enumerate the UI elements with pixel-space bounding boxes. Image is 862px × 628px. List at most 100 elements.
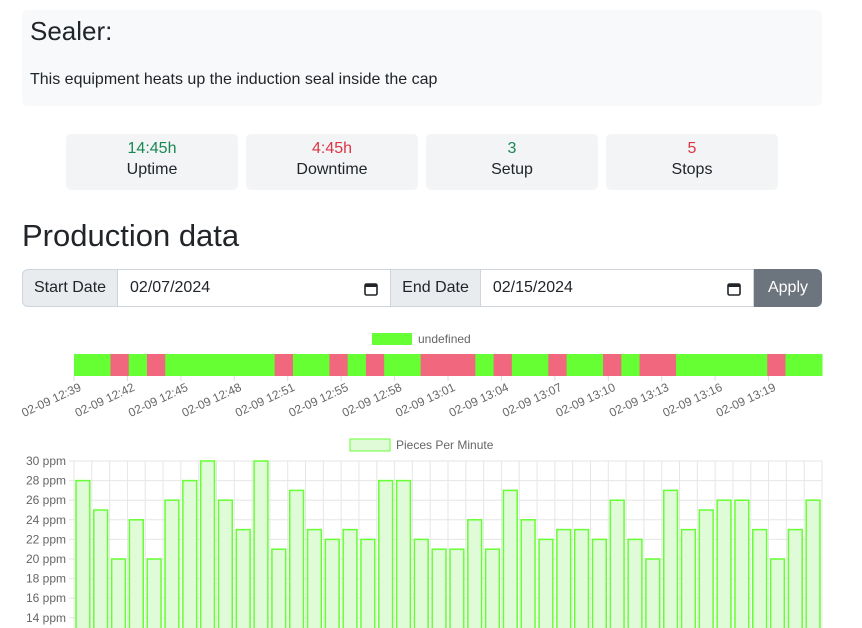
status-segment [676, 354, 695, 376]
ppm-bar [449, 548, 465, 628]
ppm-bar [698, 509, 714, 628]
status-segment [584, 354, 604, 376]
ppm-bar [787, 528, 803, 628]
setup-label: Setup [491, 161, 533, 178]
ppm-bar [752, 528, 768, 628]
status-segment [803, 354, 823, 376]
pieces-per-minute-chart: Pieces Per Minute 30 ppm 28 ppm 26 ppm 24 pp… [26, 438, 823, 628]
ppm-bar [680, 528, 697, 628]
start-date-input[interactable]: 02/07/2024 [118, 269, 392, 307]
x-tick-label: 02-09 12:58 [340, 380, 404, 420]
status-timeline-chart: undefined02-09 12:3902-09 12:4202-09 12:… [19, 332, 823, 420]
status-segment [365, 354, 385, 376]
downtime-stat: 4:45h Downtime [246, 134, 418, 190]
downtime-value: 4:45h [311, 140, 353, 157]
ppm-bar [75, 479, 91, 628]
equipment-card: Sealer: This equipment heats up the indu… [22, 10, 822, 106]
x-tick-label: 02-09 12:48 [180, 380, 244, 420]
status-segment [201, 354, 221, 376]
status-segment [219, 354, 239, 376]
status-segment [657, 354, 677, 376]
ppm-bar [627, 538, 643, 628]
x-tick-label: 02-09 13:13 [607, 380, 671, 420]
status-segment [256, 354, 276, 376]
status-segment [438, 354, 458, 376]
legend-swatch [349, 438, 391, 452]
production-heading: Production data [22, 218, 240, 253]
status-segment [402, 354, 422, 376]
ppm-bar [609, 499, 625, 628]
ppm-bar [235, 528, 251, 628]
y-tick-label: 26 ppm [26, 493, 66, 507]
status-segment [165, 354, 184, 376]
ppm-bar [271, 548, 287, 628]
status-segment [767, 354, 787, 376]
ppm-bar [591, 538, 608, 628]
end-date-label: End Date [391, 269, 481, 307]
status-segment [292, 354, 312, 376]
status-segment [548, 354, 568, 376]
ppm-bar [734, 499, 750, 628]
ppm-bar [128, 519, 144, 628]
status-segment [311, 354, 330, 376]
status-segment [694, 354, 714, 376]
status-segment [92, 354, 111, 376]
start-date-label: Start Date [22, 269, 119, 307]
x-tick-label: 02-09 12:51 [233, 380, 297, 420]
ppm-bar [556, 528, 572, 628]
apply-button[interactable]: Apply [754, 269, 822, 307]
y-tick-label: 22 ppm [26, 532, 66, 546]
status-segment [511, 354, 531, 376]
ppm-bar [395, 479, 412, 628]
x-tick-label: 02-09 13:16 [660, 380, 724, 420]
y-tick-label: 14 ppm [26, 611, 66, 625]
ppm-bar [306, 528, 323, 628]
ppm-bar [769, 558, 786, 628]
end-date-input[interactable]: 02/15/2024 [480, 269, 754, 307]
stops-value: 5 [687, 140, 697, 157]
uptime-value: 14:45h [127, 140, 177, 157]
ppm-bar [360, 538, 376, 628]
uptime-stat: 14:45h Uptime [66, 134, 238, 190]
ppm-bar [467, 519, 483, 628]
status-segment [530, 354, 549, 376]
y-tick-label: 16 ppm [26, 591, 66, 605]
x-tick-label: 02-09 13:04 [447, 380, 511, 420]
ppm-bar [645, 558, 661, 628]
ppm-bar [182, 479, 198, 628]
status-segment [603, 354, 622, 376]
status-segment [183, 354, 203, 376]
stops-label: Stops [671, 161, 713, 178]
ppm-bar [805, 499, 821, 628]
ppm-bar [342, 528, 358, 628]
x-tick-label: 02-09 12:39 [19, 380, 83, 420]
status-segment [110, 354, 130, 376]
equipment-description: This equipment heats up the induction se… [30, 71, 438, 88]
uptime-label: Uptime [126, 161, 178, 178]
status-segment [146, 354, 166, 376]
ppm-bar [146, 558, 162, 628]
status-segment [384, 354, 403, 376]
status-segment [329, 354, 349, 376]
status-segment [566, 354, 586, 376]
legend-swatch [372, 333, 412, 345]
x-tick-label: 02-09 12:55 [286, 380, 350, 420]
status-segment [621, 354, 641, 376]
equipment-title: Sealer: [30, 16, 113, 46]
ppm-bar [217, 499, 234, 628]
status-segment [749, 354, 768, 376]
status-segment [639, 354, 659, 376]
status-segment [420, 354, 440, 376]
ppm-bar [199, 460, 216, 628]
stops-stat: 5 Stops [606, 134, 778, 190]
ppm-bar [413, 538, 429, 628]
calendar-icon[interactable] [727, 282, 741, 296]
setup-stat: 3 Setup [426, 134, 598, 190]
ppm-bar [324, 538, 340, 628]
ppm-bar [502, 489, 518, 628]
calendar-icon[interactable] [364, 282, 378, 296]
ppm-bar [520, 519, 536, 628]
date-range-form: Start Date 02/07/2024 End Date 02/15/202… [22, 269, 822, 307]
y-tick-label: 18 ppm [26, 572, 66, 586]
status-segment [274, 354, 294, 376]
